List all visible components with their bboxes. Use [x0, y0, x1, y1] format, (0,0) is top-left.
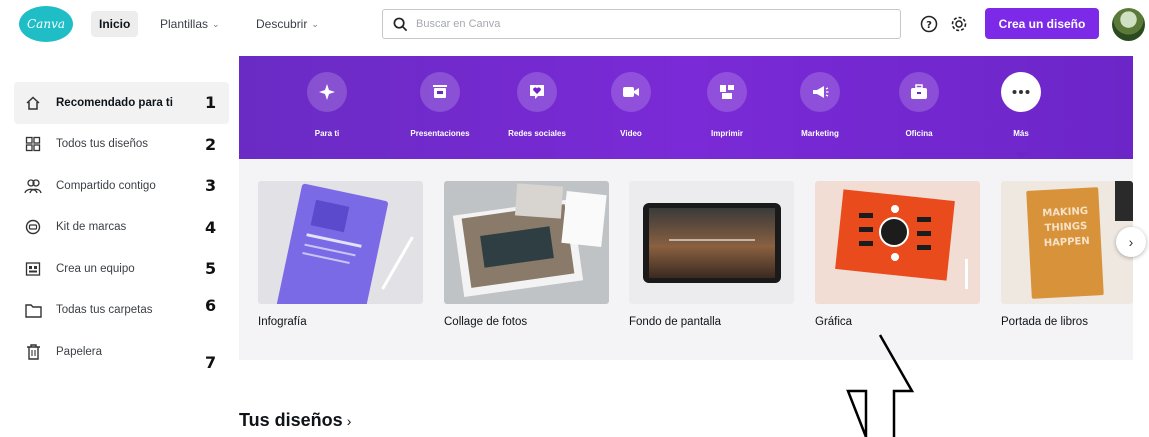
megaphone-icon: [800, 72, 840, 112]
template-label: Portada de libros: [1001, 316, 1088, 328]
chevron-down-icon: ⌄: [311, 18, 319, 29]
sidebar-item-equipo[interactable]: Crea un equipo 5: [14, 248, 229, 290]
sidebar-item-todos[interactable]: Todos tus diseños 2: [14, 124, 229, 166]
section-title-tus-disenos[interactable]: Tus diseños ›: [239, 410, 351, 431]
create-design-label: Crea un diseño: [998, 16, 1086, 31]
sidebar: Recomendado para ti 1 Todos tus diseños …: [14, 82, 229, 373]
annotation-number: 2: [205, 134, 217, 154]
category-label: Oficina: [905, 129, 933, 138]
category-redes-sociales[interactable]: Redes sociales: [492, 72, 582, 138]
annotation-number: 4: [205, 217, 217, 237]
brand-kit-icon: [24, 218, 42, 236]
logo-text: Canva: [27, 17, 65, 31]
infografia-thumbnail: [258, 181, 423, 304]
portada-thumbnail: MAKING THINGS HAPPEN: [1001, 181, 1133, 304]
category-marketing[interactable]: Marketing: [775, 72, 865, 138]
grid-icon: [24, 135, 42, 153]
annotation-up-arrow: [846, 334, 915, 437]
category-label: Video: [620, 129, 642, 138]
search-input[interactable]: [416, 18, 856, 30]
sidebar-item-label: Recomendado para ti: [56, 96, 173, 109]
nav-plantillas[interactable]: Plantillas ⌄: [152, 11, 228, 37]
category-presentaciones[interactable]: Presentaciones: [395, 72, 485, 138]
template-card-grafica[interactable]: Gráfica: [815, 181, 980, 328]
category-video[interactable]: Video: [586, 72, 676, 138]
annotation-number: 5: [205, 259, 217, 279]
team-icon: [24, 260, 42, 278]
svg-text:?: ?: [926, 20, 932, 31]
fondo-thumbnail: [629, 181, 794, 304]
create-design-button[interactable]: Crea un diseño: [985, 8, 1099, 39]
sidebar-item-label: Papelera: [56, 345, 103, 358]
sidebar-item-label: Todas tus carpetas: [56, 304, 153, 317]
sidebar-item-carpetas[interactable]: Todas tus carpetas 6: [14, 290, 229, 332]
collage-thumbnail: [444, 181, 609, 304]
selected-category-pointer: [1014, 152, 1028, 159]
sidebar-item-label: Todos tus diseños: [56, 138, 149, 151]
nav-inicio[interactable]: Inicio: [91, 11, 139, 37]
canva-logo[interactable]: Canva: [19, 6, 73, 42]
sidebar-item-kit-marcas[interactable]: Kit de marcas 4: [14, 207, 229, 249]
avatar[interactable]: [1112, 8, 1145, 41]
template-label: Fondo de pantalla: [629, 316, 722, 328]
briefcase-icon: [899, 72, 939, 112]
carousel-next-button[interactable]: ›: [1116, 227, 1146, 257]
category-label: Marketing: [801, 129, 839, 138]
template-card-fondo[interactable]: Fondo de pantalla: [629, 181, 794, 328]
annotation-number: 3: [205, 176, 217, 196]
top-bar: Canva Inicio Plantillas ⌄ Descubrir ⌄ ? …: [0, 0, 1149, 48]
category-mas[interactable]: Más: [976, 72, 1066, 138]
annotation-number: 1: [205, 93, 217, 113]
chevron-right-icon: ›: [1128, 234, 1134, 250]
chevron-down-icon: ⌄: [212, 18, 220, 29]
search-icon: [393, 17, 408, 31]
nav-inicio-label: Inicio: [99, 17, 131, 31]
print-icon: [707, 72, 747, 112]
sparkle-icon: [307, 72, 347, 112]
sidebar-item-label: Compartido contigo: [56, 179, 156, 192]
home-icon: [24, 94, 42, 112]
annotation-number: 6: [205, 295, 217, 315]
nav-plantillas-label: Plantillas: [160, 17, 209, 31]
template-label: Collage de fotos: [444, 316, 528, 328]
sidebar-item-label: Kit de marcas: [56, 221, 127, 234]
category-label: Para ti: [314, 129, 340, 138]
category-label: Imprimir: [710, 129, 743, 138]
category-imprimir[interactable]: Imprimir: [682, 72, 772, 138]
template-label: Infografía: [258, 316, 307, 328]
chevron-right-icon: ›: [346, 413, 352, 429]
more-dots-icon: [1001, 72, 1041, 112]
annotation-number: 7: [205, 353, 217, 372]
category-para-ti[interactable]: Para ti: [282, 72, 372, 138]
trash-icon: [24, 343, 42, 361]
heart-chat-icon: [517, 72, 557, 112]
video-camera-icon: [611, 72, 651, 112]
category-banner: Para ti Presentaciones Redes sociales Vi…: [239, 56, 1133, 159]
nav-descubrir-label: Descubrir: [256, 17, 308, 31]
section-title-text: Tus diseños: [239, 410, 343, 430]
sidebar-item-recomendado[interactable]: Recomendado para ti 1: [14, 82, 229, 124]
help-icon[interactable]: ?: [919, 14, 939, 34]
template-label: Gráfica: [815, 316, 853, 328]
nav-descubrir[interactable]: Descubrir ⌄: [248, 11, 327, 37]
settings-gear-icon[interactable]: [949, 14, 969, 34]
category-oficina[interactable]: Oficina: [874, 72, 964, 138]
search-box[interactable]: [382, 9, 901, 39]
presentation-icon: [420, 72, 460, 112]
sidebar-item-label: Crea un equipo: [56, 262, 135, 275]
grafica-thumbnail: [815, 181, 980, 304]
folder-icon: [24, 301, 42, 319]
shared-users-icon: [24, 177, 42, 195]
sidebar-item-papelera[interactable]: Papelera 7: [14, 331, 229, 373]
category-label: Más: [1013, 129, 1029, 138]
template-card-infografia[interactable]: Infografía: [258, 181, 423, 328]
category-label: Redes sociales: [508, 129, 566, 138]
sidebar-item-compartido[interactable]: Compartido contigo 3: [14, 165, 229, 207]
template-card-collage[interactable]: Collage de fotos: [444, 181, 609, 328]
category-label: Presentaciones: [410, 129, 470, 138]
